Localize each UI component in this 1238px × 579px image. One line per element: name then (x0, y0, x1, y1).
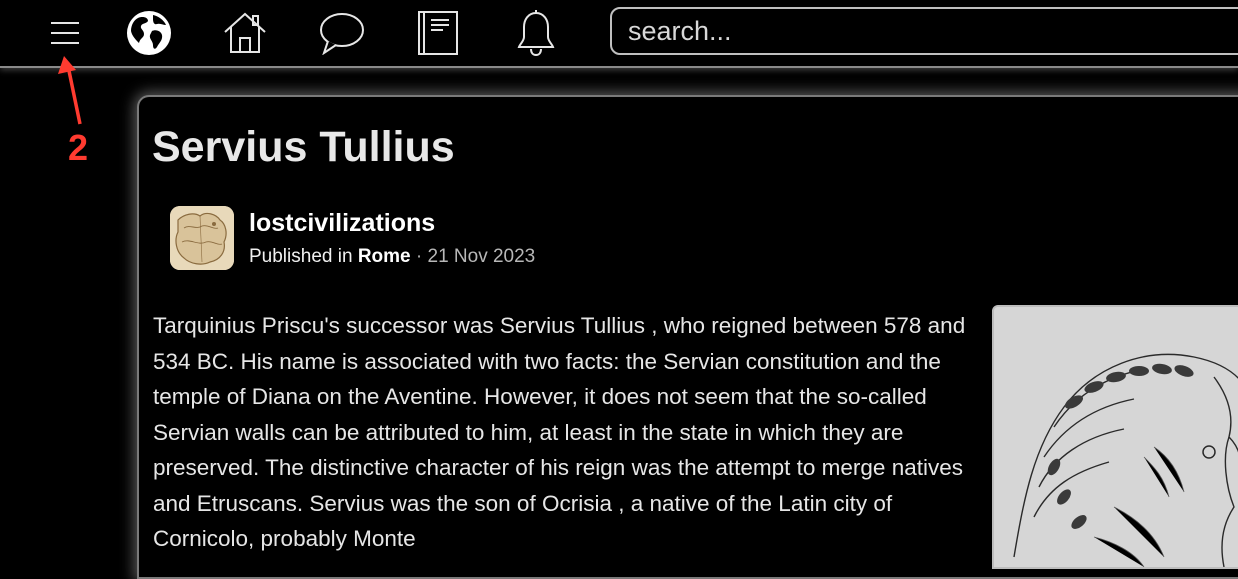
search-input[interactable] (610, 7, 1238, 55)
meta-separator: · (415, 246, 423, 267)
author-name[interactable]: lostcivilizations (249, 208, 435, 238)
author-avatar[interactable] (170, 206, 234, 270)
bell-icon[interactable] (511, 8, 561, 58)
hamburger-menu-icon[interactable] (40, 8, 90, 58)
top-nav-bar (0, 0, 1238, 68)
annotation-arrow-icon (58, 56, 82, 125)
chat-bubble-icon[interactable] (317, 8, 367, 58)
published-in-label: Published in (249, 246, 353, 267)
annotation-number: 2 (68, 127, 89, 168)
publish-meta: Published in Rome · 21 Nov 2023 (249, 245, 535, 269)
article-title: Servius Tullius (152, 123, 455, 171)
category-link[interactable]: Rome (358, 246, 411, 267)
article-body: Tarquinius Priscu's successor was Serviu… (153, 313, 966, 551)
book-icon[interactable] (413, 8, 463, 58)
servius-tullius-portrait-image (992, 305, 1238, 569)
home-icon[interactable] (220, 8, 270, 58)
publish-date: 21 Nov 2023 (427, 246, 536, 267)
globe-icon[interactable] (124, 8, 174, 58)
